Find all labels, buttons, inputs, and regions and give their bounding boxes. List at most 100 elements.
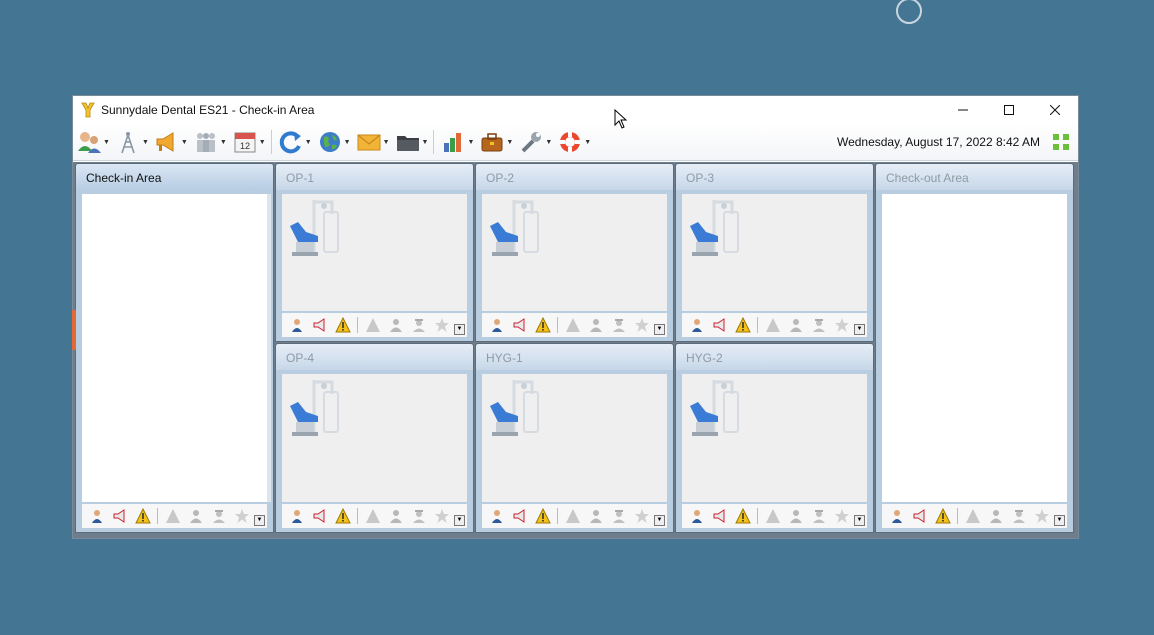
dropdown-arrow-icon[interactable]: ▼ (545, 139, 552, 146)
person-icon[interactable] (288, 316, 306, 334)
dropdown-arrow-icon[interactable]: ▼ (422, 139, 429, 146)
megaphone-icon[interactable] (311, 316, 329, 334)
user-hat-icon[interactable] (610, 316, 628, 334)
dropdown-arrow-icon[interactable]: ▼ (259, 139, 266, 146)
user-hat-icon[interactable] (410, 507, 428, 525)
user-hat-icon[interactable] (810, 507, 828, 525)
star-icon[interactable] (433, 507, 451, 525)
close-button[interactable] (1032, 96, 1078, 124)
footer-dropdown-icon[interactable]: ▼ (854, 324, 865, 335)
operatory-body[interactable] (482, 374, 667, 502)
user-grey-icon[interactable] (387, 316, 405, 334)
alert-grey-icon[interactable] (564, 507, 582, 525)
dropdown-arrow-icon[interactable]: ▼ (305, 139, 312, 146)
user-hat-icon[interactable] (1010, 507, 1028, 525)
user-grey-icon[interactable] (787, 316, 805, 334)
alert-grey-icon[interactable] (164, 507, 182, 525)
alert-grey-icon[interactable] (764, 316, 782, 334)
footer-dropdown-icon[interactable]: ▼ (654, 515, 665, 526)
dropdown-arrow-icon[interactable]: ▼ (506, 139, 513, 146)
megaphone-icon[interactable] (711, 316, 729, 334)
calendar-button[interactable]: 12 ▼ (232, 127, 268, 157)
expand-grid-icon[interactable] (1052, 133, 1070, 151)
help-button[interactable]: ▼ (557, 127, 593, 157)
footer-dropdown-icon[interactable]: ▼ (454, 515, 465, 526)
footer-dropdown-icon[interactable]: ▼ (654, 324, 665, 335)
operatory-body[interactable] (482, 194, 667, 311)
alert-grey-icon[interactable] (364, 507, 382, 525)
user-grey-icon[interactable] (587, 507, 605, 525)
footer-dropdown-icon[interactable]: ▼ (1054, 515, 1065, 526)
scrollbar[interactable] (267, 194, 271, 502)
globe-button[interactable]: ▼ (317, 127, 353, 157)
operatory-body[interactable] (282, 194, 467, 311)
op4-panel[interactable]: OP-4 ▼ (275, 343, 474, 533)
megaphone-button[interactable]: ▼ (154, 127, 190, 157)
tools-button[interactable]: ▼ (518, 127, 554, 157)
megaphone-icon[interactable] (111, 507, 129, 525)
megaphone-icon[interactable] (511, 316, 529, 334)
checkin-panel[interactable]: Check-in Area ▼ (75, 163, 274, 533)
user-grey-icon[interactable] (187, 507, 205, 525)
star-icon[interactable] (633, 507, 651, 525)
person-icon[interactable] (688, 507, 706, 525)
alert-grey-icon[interactable] (364, 316, 382, 334)
warning-icon[interactable] (334, 507, 352, 525)
minimize-button[interactable] (940, 96, 986, 124)
hyg1-panel[interactable]: HYG-1 ▼ (475, 343, 674, 533)
alert-grey-icon[interactable] (764, 507, 782, 525)
star-icon[interactable] (833, 507, 851, 525)
dropdown-arrow-icon[interactable]: ▼ (383, 139, 390, 146)
operatory-body[interactable] (682, 194, 867, 311)
star-icon[interactable] (433, 316, 451, 334)
megaphone-icon[interactable] (711, 507, 729, 525)
star-icon[interactable] (1033, 507, 1051, 525)
footer-dropdown-icon[interactable]: ▼ (454, 324, 465, 335)
user-grey-icon[interactable] (987, 507, 1005, 525)
antenna-button[interactable]: ▼ (115, 127, 151, 157)
user-hat-icon[interactable] (210, 507, 228, 525)
megaphone-icon[interactable] (911, 507, 929, 525)
briefcase-button[interactable]: ▼ (479, 127, 515, 157)
warning-icon[interactable] (734, 316, 752, 334)
footer-dropdown-icon[interactable]: ▼ (854, 515, 865, 526)
dropdown-arrow-icon[interactable]: ▼ (467, 139, 474, 146)
user-grey-icon[interactable] (787, 507, 805, 525)
maximize-button[interactable] (986, 96, 1032, 124)
operatory-body[interactable] (682, 374, 867, 502)
user-grey-icon[interactable] (387, 507, 405, 525)
folder-button[interactable]: ▼ (395, 127, 431, 157)
people-button[interactable]: ▼ (193, 127, 229, 157)
footer-dropdown-icon[interactable]: ▼ (254, 515, 265, 526)
warning-icon[interactable] (734, 507, 752, 525)
star-icon[interactable] (833, 316, 851, 334)
warning-icon[interactable] (334, 316, 352, 334)
op2-panel[interactable]: OP-2 ▼ (475, 163, 674, 342)
person-icon[interactable] (288, 507, 306, 525)
megaphone-icon[interactable] (311, 507, 329, 525)
person-icon[interactable] (688, 316, 706, 334)
patients-button[interactable]: ▼ (76, 127, 112, 157)
star-icon[interactable] (233, 507, 251, 525)
op3-panel[interactable]: OP-3 ▼ (675, 163, 874, 342)
chart-button[interactable]: ▼ (440, 127, 476, 157)
checkout-panel[interactable]: Check-out Area ▼ (875, 163, 1074, 533)
hyg2-panel[interactable]: HYG-2 ▼ (675, 343, 874, 533)
mail-button[interactable]: ▼ (356, 127, 392, 157)
user-hat-icon[interactable] (410, 316, 428, 334)
dropdown-arrow-icon[interactable]: ▼ (142, 139, 149, 146)
alert-grey-icon[interactable] (964, 507, 982, 525)
warning-icon[interactable] (934, 507, 952, 525)
refresh-button[interactable]: ▼ (278, 127, 314, 157)
dropdown-arrow-icon[interactable]: ▼ (584, 139, 591, 146)
person-icon[interactable] (488, 316, 506, 334)
checkout-list[interactable] (882, 194, 1067, 502)
operatory-body[interactable] (282, 374, 467, 502)
person-icon[interactable] (488, 507, 506, 525)
user-grey-icon[interactable] (587, 316, 605, 334)
dropdown-arrow-icon[interactable]: ▼ (103, 139, 110, 146)
warning-icon[interactable] (134, 507, 152, 525)
warning-icon[interactable] (534, 316, 552, 334)
alert-grey-icon[interactable] (564, 316, 582, 334)
checkin-list[interactable] (82, 194, 267, 502)
